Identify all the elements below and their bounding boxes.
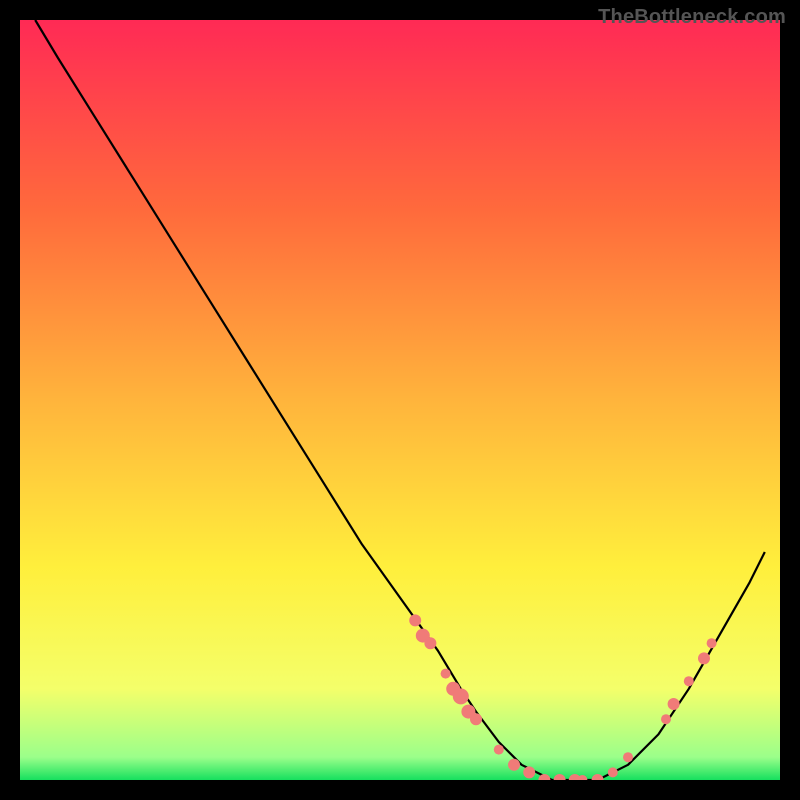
data-marker [684,676,694,686]
data-marker [608,767,618,777]
data-marker [508,759,520,771]
data-marker [661,714,671,724]
bottleneck-chart [0,0,800,800]
data-marker [623,752,633,762]
chart-container: TheBottleneck.com [0,0,800,800]
data-marker [470,713,482,725]
data-marker [698,652,710,664]
data-marker [494,745,504,755]
data-marker [441,669,451,679]
data-marker [424,637,436,649]
plot-background [20,20,780,780]
data-marker [523,766,535,778]
data-marker [707,638,717,648]
watermark-text: TheBottleneck.com [598,6,786,29]
data-marker [453,688,469,704]
data-marker [668,698,680,710]
data-marker [409,614,421,626]
